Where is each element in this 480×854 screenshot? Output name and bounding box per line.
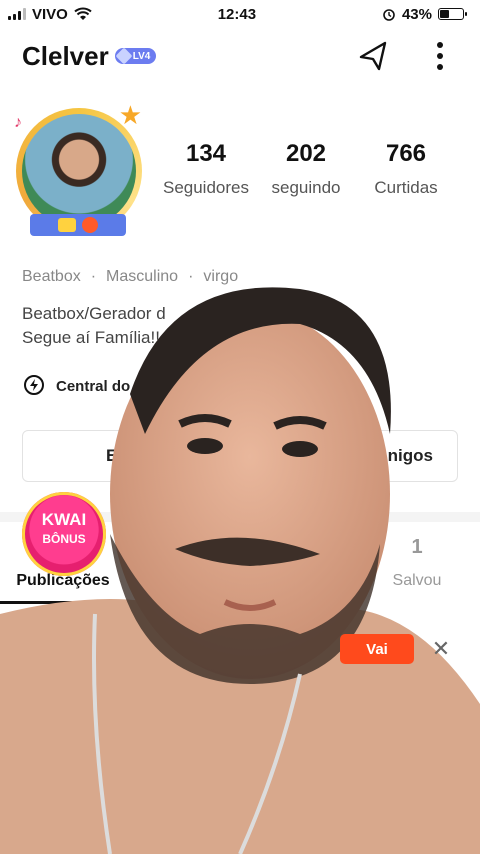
profile-buttons: Edit nigos xyxy=(22,430,458,482)
avatar xyxy=(22,114,136,228)
bio-line: Beatbox/Gerador d xyxy=(22,304,166,323)
share-button[interactable] xyxy=(356,38,392,74)
username: Clelver xyxy=(22,40,109,71)
tag: virgo xyxy=(203,268,239,285)
stat-label: Seguidores xyxy=(162,178,249,197)
tag-separator: · xyxy=(188,268,194,285)
tag: Masculino xyxy=(106,268,179,285)
profile-header: Clelver LV4 xyxy=(0,34,480,78)
status-left: VIVO xyxy=(8,6,92,23)
music-note-icon: ♪ xyxy=(14,114,22,131)
stat-value: 766 xyxy=(385,140,427,167)
alarm-icon xyxy=(383,9,395,21)
stat-value: 134 xyxy=(185,140,227,167)
tab-label: Salvou xyxy=(392,572,442,589)
promo-row: Vai ✕ xyxy=(0,632,480,668)
stat-value: 202 xyxy=(285,140,327,167)
close-promo-button[interactable]: ✕ xyxy=(428,636,454,662)
profile-tags: Beatbox · Masculino · virgo xyxy=(22,268,238,286)
creator-central-label: Central do C xyxy=(56,377,146,395)
username-wrap: Clelver LV4 xyxy=(22,40,157,72)
status-right: 43% xyxy=(382,5,467,23)
battery-icon xyxy=(437,8,467,20)
signal-icon xyxy=(8,8,26,20)
level-label: LV4 xyxy=(132,50,151,62)
vai-button[interactable]: Vai xyxy=(340,634,414,664)
avatar-ribbon xyxy=(30,214,126,236)
more-button[interactable] xyxy=(422,38,458,74)
camera-badge-icon xyxy=(82,217,98,233)
star-icon: ★ xyxy=(118,100,142,130)
add-friends-button[interactable]: nigos xyxy=(234,430,458,482)
share-icon xyxy=(359,41,387,71)
status-bar: VIVO 12:43 43% xyxy=(0,0,480,28)
tag: Beatbox xyxy=(22,268,81,285)
avatar-container[interactable]: ♪ ★ xyxy=(14,100,146,236)
stat-followers[interactable]: 134 Seguidores xyxy=(156,140,256,198)
wifi-icon xyxy=(74,7,92,20)
tab-saved[interactable]: 1 Salvou xyxy=(362,536,472,606)
tag-separator: · xyxy=(90,268,97,285)
profile-stats: 134 Seguidores 202 seguindo 766 Curtidas xyxy=(156,140,456,198)
battery-percent: 43% xyxy=(401,5,432,23)
stat-label: Curtidas xyxy=(374,178,438,197)
lightning-pin-icon xyxy=(24,375,44,395)
play-badge-icon xyxy=(58,218,76,232)
stat-following[interactable]: 202 seguindo xyxy=(256,140,356,198)
creator-central-link[interactable]: Central do C xyxy=(22,374,145,398)
bonus-subtitle: BÔNUS xyxy=(42,532,86,546)
tab-count: 1 xyxy=(411,536,423,558)
level-badge[interactable]: LV4 xyxy=(114,47,157,65)
header-actions xyxy=(356,38,458,74)
profile-bio: Beatbox/Gerador d Segue aí Família!! xyxy=(22,302,166,350)
active-tab-indicator xyxy=(0,601,112,604)
clock: 12:43 xyxy=(217,5,257,23)
stat-label: seguindo xyxy=(271,178,341,197)
more-vertical-icon xyxy=(437,42,443,70)
edit-profile-button[interactable]: Edit xyxy=(22,430,222,482)
gem-icon xyxy=(115,47,133,65)
kwai-bonus-button[interactable]: KWAI BÔNUS xyxy=(22,492,106,576)
bio-line: Segue aí Família!! xyxy=(22,328,160,347)
bonus-title: KWAI xyxy=(41,510,87,529)
carrier-label: VIVO xyxy=(32,5,68,23)
stat-likes[interactable]: 766 Curtidas xyxy=(356,140,456,198)
